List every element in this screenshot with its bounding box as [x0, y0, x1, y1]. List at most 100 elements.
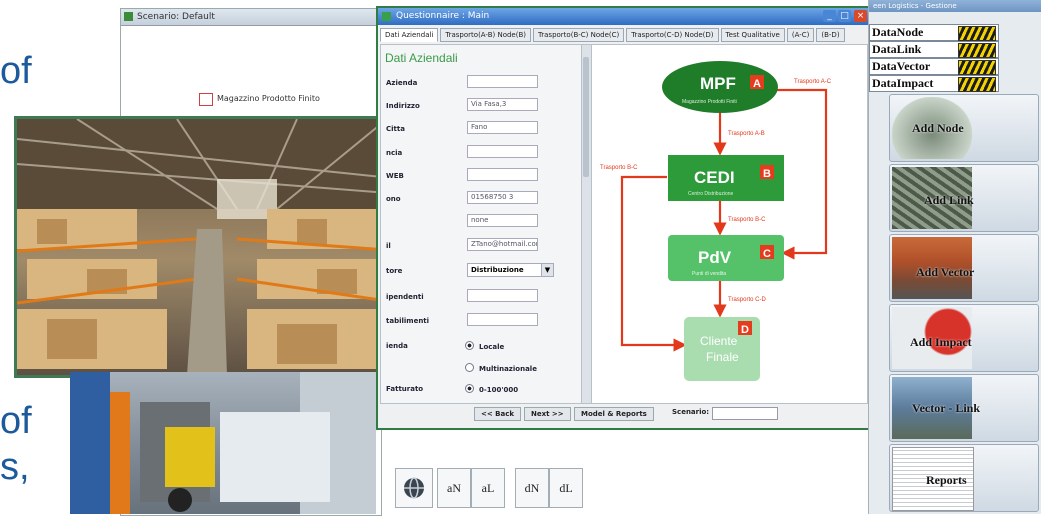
add-node-tool[interactable]: aN [437, 468, 471, 508]
data-vector-item[interactable]: DataVector [869, 58, 999, 75]
scrollbar-thumb[interactable] [583, 57, 589, 177]
azienda-input[interactable] [467, 75, 538, 88]
node-pdv-subtitle: Punti di vendita [692, 271, 726, 277]
add-vector-label: Add Vector [916, 265, 975, 279]
scenario-node-label: Magazzino Prodotto Finito [217, 94, 320, 103]
tab-ac[interactable]: (A-C) [786, 28, 815, 42]
field-label-fatturato: Fatturato [386, 385, 424, 393]
add-impact-button[interactable]: Add Impact [889, 304, 1039, 372]
node-mpf-badge: A [753, 78, 761, 90]
add-node-label: Add Node [912, 121, 964, 135]
web-input[interactable] [467, 168, 538, 181]
model-reports-button[interactable]: Model & Reports [574, 407, 654, 421]
citta-input[interactable]: Fano [467, 121, 538, 134]
node-cedi-subtitle: Centro Distribuzione [688, 191, 734, 197]
slide-text-fragment-top: of [0, 50, 32, 92]
questionnaire-title: Questionnaire : Main [396, 11, 490, 21]
form-heading: Dati Aziendali [385, 51, 458, 65]
forklift-photo-art [70, 372, 376, 514]
management-panel-title: een Logistics - Gestione [873, 2, 957, 10]
settore-selected-value: Distribuzione [471, 266, 524, 274]
delete-link-tool[interactable]: dL [549, 468, 583, 508]
reports-button[interactable]: Reports [889, 444, 1039, 512]
questionnaire-window: Questionnaire : Main _ □ × Dati Aziendal… [376, 6, 872, 430]
node-cedi-badge: B [763, 168, 771, 180]
radio-locale-label: Locale [479, 343, 505, 351]
management-panel: een Logistics - Gestione DataNode DataLi… [868, 0, 1041, 514]
node-cedi-title: CEDI [694, 168, 735, 187]
delete-node-tool[interactable]: dN [515, 468, 549, 508]
node-cliente-line1: Cliente [700, 334, 738, 348]
scenario-label: Scenario: [672, 408, 710, 416]
tab-trasporto-ab[interactable]: Trasporto(A-B) Node(B) [440, 28, 532, 42]
data-link-label: DataLink [872, 42, 922, 56]
radio-selected-icon [465, 341, 474, 350]
minimize-button[interactable]: _ [823, 10, 836, 22]
edge-label-bc: Trasporto B-C [728, 217, 766, 223]
tab-trasporto-cd[interactable]: Trasporto(C-D) Node(D) [626, 28, 719, 42]
radio-fatturato[interactable]: 0-100'000 [465, 384, 518, 394]
scenario-input[interactable] [712, 407, 778, 420]
data-link-item[interactable]: DataLink [869, 41, 999, 58]
data-impact-label: DataImpact [872, 76, 934, 90]
supply-chain-diagram-svg: MPF A Magazzino Prodotti Finiti CEDI B C… [600, 61, 832, 381]
globe-icon-button[interactable] [395, 468, 433, 508]
node-cliente-badge: D [741, 324, 749, 336]
tab-bd[interactable]: (B-D) [816, 28, 845, 42]
add-link-label: Add Link [924, 193, 974, 207]
management-panel-titlebar[interactable]: een Logistics - Gestione [869, 0, 1041, 12]
telefono-input[interactable]: 01568750 3 [467, 191, 538, 204]
add-impact-label: Add Impact [910, 335, 972, 349]
app-icon [382, 12, 391, 21]
data-vector-icon [958, 60, 996, 75]
dipendenti-input[interactable] [467, 289, 538, 302]
add-link-tool[interactable]: aL [471, 468, 505, 508]
radio-unselected-icon [465, 363, 474, 372]
node-link-toolbar: aN aL dN dL [395, 468, 605, 508]
data-impact-item[interactable]: DataImpact [869, 75, 999, 92]
supply-chain-diagram: MPF A Magazzino Prodotti Finiti CEDI B C… [591, 44, 868, 404]
node-mpf-subtitle: Magazzino Prodotti Finiti [682, 99, 737, 105]
edge-label-cd: Trasporto C-D [728, 297, 766, 303]
field-label-provincia: ncia [386, 149, 403, 157]
node-marker[interactable] [199, 93, 213, 106]
vector-link-button[interactable]: Vector - Link [889, 374, 1039, 442]
radio-multinazionale-label: Multinazionale [479, 365, 537, 373]
tab-dati-aziendali[interactable]: Dati Aziendali [380, 28, 439, 42]
next-button[interactable]: Next >> [524, 407, 571, 421]
questionnaire-titlebar[interactable]: Questionnaire : Main _ □ × [378, 8, 870, 25]
edge-label-ab: Trasporto A-B [728, 131, 765, 137]
warehouse-photo [14, 116, 404, 378]
fax-input[interactable]: none [467, 214, 538, 227]
globe-icon [404, 477, 424, 499]
radio-multinazionale[interactable]: Multinazionale [465, 363, 537, 373]
stabilimenti-input[interactable] [467, 313, 538, 326]
email-input[interactable]: ZTano@hotmail.com [467, 238, 538, 251]
close-button[interactable]: × [854, 10, 867, 22]
field-label-dipendenti: ipendenti [386, 293, 424, 301]
add-vector-button[interactable]: Add Vector [889, 234, 1039, 302]
app-icon [124, 12, 133, 21]
back-button[interactable]: << Back [474, 407, 522, 421]
settore-select[interactable]: Distribuzione ▼ [467, 263, 554, 277]
tab-bar: Dati Aziendali Trasporto(A-B) Node(B) Tr… [380, 28, 845, 42]
add-node-button[interactable]: Add Node [889, 94, 1039, 162]
field-label-settore: tore [386, 267, 403, 275]
radio-selected-icon [465, 384, 474, 393]
data-node-item[interactable]: DataNode [869, 24, 999, 41]
indirizzo-input[interactable]: Via Fasa,3 [467, 98, 538, 111]
node-cliente-line2: Finale [706, 350, 739, 364]
scenario-window-titlebar[interactable]: Scenario: Default [121, 9, 381, 26]
provincia-input[interactable] [467, 145, 538, 158]
maximize-button[interactable]: □ [838, 10, 851, 22]
chevron-down-icon[interactable]: ▼ [541, 264, 553, 276]
tab-test-qualitative[interactable]: Test Qualitative [720, 28, 785, 42]
reports-label: Reports [926, 473, 967, 487]
add-link-button[interactable]: Add Link [889, 164, 1039, 232]
field-label-web: WEB [386, 172, 404, 180]
radio-locale[interactable]: Locale [465, 341, 504, 351]
tab-trasporto-bc[interactable]: Trasporto(B-C) Node(C) [533, 28, 625, 42]
data-impact-icon [958, 77, 996, 92]
slide-text-fragment-mid: of [0, 400, 32, 442]
field-label-email: il [386, 242, 391, 250]
